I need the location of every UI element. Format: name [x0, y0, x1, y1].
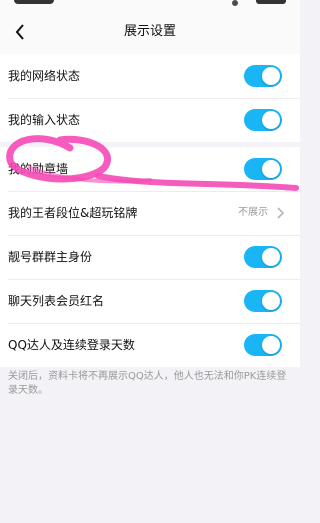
navigation-bar: 展示设置: [0, 10, 300, 54]
battery-icon: [256, 0, 286, 4]
setting-value: 不展示: [238, 207, 268, 218]
setting-label: 聊天列表会员红名: [8, 294, 105, 308]
setting-label: 我的王者段位&超玩铭牌: [8, 206, 138, 220]
display-settings-group: 我的勋章墙 我的王者段位&超玩铭牌 不展示 靓号群群主身份 聊天列表会员红名 Q…: [0, 147, 300, 367]
toggle-knob: [262, 248, 280, 266]
medal-wall-toggle[interactable]: [244, 158, 282, 180]
setting-row-vip-group-owner[interactable]: 靓号群群主身份: [0, 235, 300, 279]
typing-status-toggle[interactable]: [244, 109, 282, 131]
footnote-text: 关闭后，资料卡将不再展示QQ达人，他人也无法和你PK连续登录天数。: [8, 371, 287, 396]
vip-group-owner-toggle[interactable]: [244, 246, 282, 268]
network-status-toggle[interactable]: [244, 65, 282, 87]
status-indicator: [232, 0, 238, 6]
status-settings-group: 我的网络状态 我的输入状态: [0, 54, 300, 142]
member-red-name-toggle[interactable]: [244, 290, 282, 312]
setting-row-medal-wall[interactable]: 我的勋章墙: [0, 147, 300, 191]
setting-row-typing-status[interactable]: 我的输入状态: [0, 98, 300, 142]
setting-label: 我的输入状态: [8, 113, 81, 127]
toggle-knob: [262, 67, 280, 85]
page-title: 展示设置: [123, 24, 176, 39]
qq-expert-toggle[interactable]: [244, 334, 282, 356]
status-time: [14, 0, 54, 4]
toggle-knob: [262, 111, 280, 129]
setting-label: QQ达人及连续登录天数: [8, 338, 135, 352]
toggle-knob: [262, 160, 280, 178]
toggle-knob: [262, 336, 280, 354]
chevron-right-icon: [277, 207, 285, 219]
toggle-knob: [262, 292, 280, 310]
setting-label: 我的网络状态: [8, 69, 81, 83]
setting-row-game-rank[interactable]: 我的王者段位&超玩铭牌 不展示: [0, 191, 300, 235]
status-bar: [0, 0, 300, 10]
setting-label: 靓号群群主身份: [8, 250, 93, 264]
setting-row-qq-expert[interactable]: QQ达人及连续登录天数: [0, 323, 300, 367]
setting-row-member-red-name[interactable]: 聊天列表会员红名: [0, 279, 300, 323]
setting-label: 我的勋章墙: [8, 162, 69, 176]
setting-row-network-status[interactable]: 我的网络状态: [0, 54, 300, 98]
